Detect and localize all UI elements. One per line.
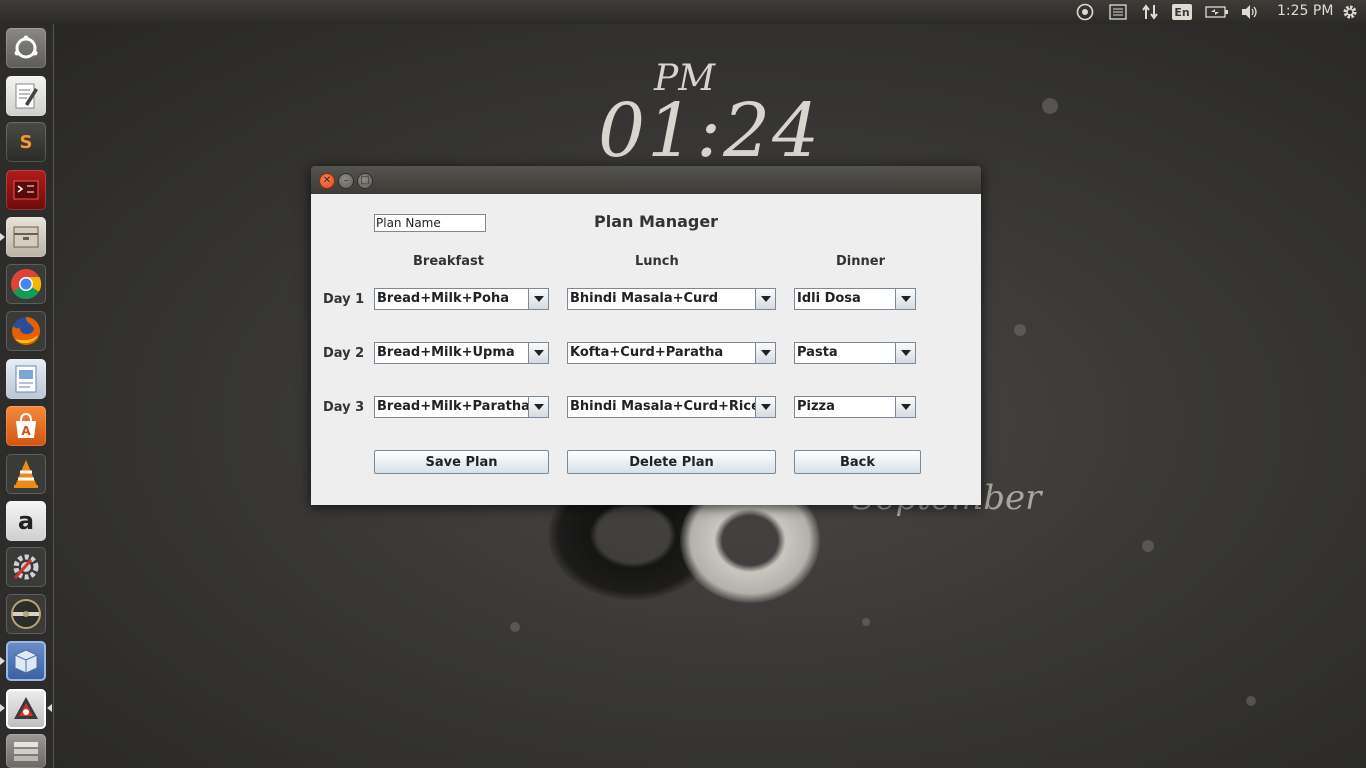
maximize-icon[interactable]: □	[357, 173, 373, 189]
firefox-icon[interactable]	[6, 311, 46, 351]
chevron-down-icon[interactable]	[528, 289, 548, 309]
launcher-running-indicator	[0, 233, 5, 241]
page-title: Plan Manager	[594, 212, 719, 231]
lunch-select-day-1[interactable]: Bhindi Masala+Curd	[567, 288, 776, 310]
selected-value: Pasta	[797, 345, 838, 360]
wallpaper-dot	[1142, 540, 1154, 552]
plan-manager-window: ✕ – □ Plan Manager Breakfast Lunch Dinne…	[311, 166, 981, 505]
column-header-breakfast: Breakfast	[413, 254, 484, 269]
dinner-select-day-3[interactable]: Pizza	[794, 396, 916, 418]
chevron-down-icon[interactable]	[528, 343, 548, 363]
lunch-select-day-2[interactable]: Kofta+Curd+Paratha	[567, 342, 776, 364]
selected-value: Bread+Milk+Upma	[377, 345, 515, 360]
selected-value: Kofta+Curd+Paratha	[570, 345, 724, 360]
column-header-dinner: Dinner	[836, 254, 885, 269]
dinner-select-day-2[interactable]: Pasta	[794, 342, 916, 364]
wallpaper-dot	[1014, 324, 1026, 336]
selected-value: Bread+Milk+Poha	[377, 291, 509, 306]
svg-text:A: A	[21, 424, 31, 438]
chevron-down-icon[interactable]	[755, 343, 775, 363]
selected-value: Idli Dosa	[797, 291, 861, 306]
dash-home-icon[interactable]	[6, 28, 46, 68]
virtualbox-icon[interactable]	[6, 641, 46, 681]
column-header-lunch: Lunch	[635, 254, 679, 269]
chevron-down-icon[interactable]	[755, 397, 775, 417]
amazon-icon[interactable]: a	[6, 501, 46, 541]
java-app-icon[interactable]	[6, 689, 46, 729]
keyboard-language-icon[interactable]: En	[1172, 4, 1192, 20]
disk-icon[interactable]	[6, 594, 46, 634]
close-icon[interactable]: ✕	[319, 173, 335, 189]
breakfast-select-day-1[interactable]: Bread+Milk+Poha	[374, 288, 549, 310]
list-icon[interactable]	[1109, 3, 1127, 21]
breakfast-select-day-2[interactable]: Bread+Milk+Upma	[374, 342, 549, 364]
wallpaper-clock: 01:24	[598, 88, 822, 174]
files-icon[interactable]	[6, 217, 46, 257]
wallpaper-dot	[510, 622, 520, 632]
network-icon[interactable]	[1141, 3, 1159, 21]
window-titlebar[interactable]: ✕ – □	[311, 166, 981, 194]
minimize-icon[interactable]: –	[338, 173, 354, 189]
software-center-icon[interactable]: A	[6, 406, 46, 446]
workspaces-icon[interactable]	[6, 734, 46, 768]
wallpaper-dot	[862, 618, 870, 626]
chrome-icon[interactable]	[6, 264, 46, 304]
chevron-down-icon[interactable]	[895, 289, 915, 309]
chevron-down-icon[interactable]	[528, 397, 548, 417]
chevron-down-icon[interactable]	[895, 343, 915, 363]
window-content: Plan Manager Breakfast Lunch Dinner Day …	[311, 194, 981, 505]
day-label-3: Day 3	[323, 400, 365, 415]
breakfast-select-day-3[interactable]: Bread+Milk+Paratha	[374, 396, 549, 418]
chevron-down-icon[interactable]	[755, 289, 775, 309]
launcher-running-indicator	[0, 657, 5, 665]
top-panel: En 1:25 PM	[0, 0, 1366, 24]
back-button[interactable]: Back	[794, 450, 921, 474]
save-plan-button[interactable]: Save Plan	[374, 450, 549, 474]
document-viewer-icon[interactable]	[6, 359, 46, 399]
volume-icon[interactable]	[1240, 3, 1260, 21]
settings-gear-icon[interactable]	[1341, 3, 1359, 21]
wallpaper-dot	[1042, 98, 1058, 114]
chrome-indicator-icon[interactable]	[1076, 3, 1094, 21]
day-label-2: Day 2	[323, 346, 365, 361]
delete-plan-button[interactable]: Delete Plan	[567, 450, 776, 474]
day-label-1: Day 1	[323, 292, 365, 307]
panel-clock[interactable]: 1:25 PM	[1277, 3, 1333, 19]
selected-value: Bread+Milk+Paratha	[377, 399, 530, 414]
wallpaper-dot	[1246, 696, 1256, 706]
launcher: S A a	[0, 24, 54, 768]
dinner-select-day-1[interactable]: Idli Dosa	[794, 288, 916, 310]
lunch-select-day-3[interactable]: Bhindi Masala+Curd+Rice	[567, 396, 776, 418]
selected-value: Pizza	[797, 399, 835, 414]
launcher-focus-indicator	[47, 704, 52, 712]
battery-icon[interactable]	[1205, 3, 1229, 21]
selected-value: Bhindi Masala+Curd+Rice	[570, 399, 760, 414]
launcher-running-indicator	[0, 704, 5, 712]
vlc-icon[interactable]	[6, 454, 46, 494]
sublime-text-icon[interactable]: S	[6, 122, 46, 162]
selected-value: Bhindi Masala+Curd	[570, 291, 719, 306]
text-editor-icon[interactable]	[6, 76, 46, 116]
plan-name-input[interactable]	[374, 214, 486, 232]
system-settings-icon[interactable]	[6, 547, 46, 587]
terminal-icon[interactable]	[6, 170, 46, 210]
chevron-down-icon[interactable]	[895, 397, 915, 417]
